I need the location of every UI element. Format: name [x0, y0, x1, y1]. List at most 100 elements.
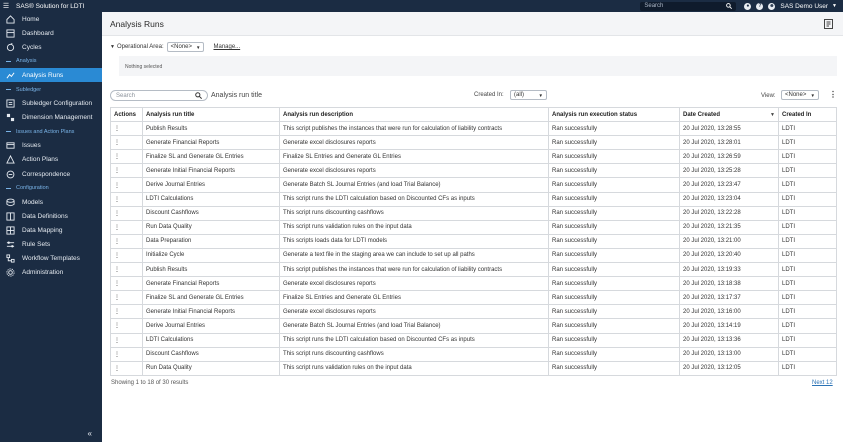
row-actions-icon[interactable]: ⋮ [110, 304, 143, 320]
row-actions-icon[interactable]: ⋮ [110, 177, 143, 193]
table-row[interactable]: ⋮ Run Data Quality This script runs valida… [110, 360, 837, 376]
table-row[interactable]: ⋮ LDTI Calculations This script runs the L… [110, 191, 837, 207]
column-header-created-in[interactable]: Created In [778, 106, 837, 123]
cell-title[interactable]: Finalize SL and Generate GL Entries [142, 149, 280, 165]
sidebar-item-dashboard[interactable]: Dashboard [0, 26, 102, 40]
cell-title[interactable]: Data Preparation [142, 233, 280, 249]
table-row[interactable]: ⋮ Finalize SL and Generate GL Entries Fina… [110, 149, 837, 165]
sidebar-item-subledger-configuration[interactable]: Subledger Configuration [0, 97, 102, 111]
user-menu-chevron-icon[interactable]: ▼ [832, 3, 837, 9]
table-row[interactable]: ⋮ Generate Initial Financial Reports Gener… [110, 163, 837, 179]
cell-date-created: 20 Jul 2020, 13:12:05 [679, 360, 779, 376]
user-avatar-icon[interactable]: ☻ [768, 2, 776, 10]
cell-title[interactable]: Finalize SL and Generate GL Entries [142, 290, 280, 306]
table-row[interactable]: ⋮ Derive Journal Entries Generate Batch SL… [110, 318, 837, 334]
row-actions-icon[interactable]: ⋮ [110, 135, 143, 151]
created-in-select[interactable]: (all) ▼ [510, 90, 547, 100]
cell-title[interactable]: LDTI Calculations [142, 332, 280, 348]
cell-title[interactable]: Run Data Quality [142, 360, 280, 376]
sidebar-item-models[interactable]: Models [0, 195, 102, 209]
sidebar-item-data-definitions[interactable]: Data Definitions [0, 209, 102, 223]
cell-title[interactable]: LDTI Calculations [142, 191, 280, 207]
row-actions-icon[interactable]: ⋮ [110, 318, 143, 334]
table-row[interactable]: ⋮ Run Data Quality This script runs valida… [110, 219, 837, 235]
table-row[interactable]: ⋮ Derive Journal Entries Generate Batch SL… [110, 177, 837, 193]
sidebar-item-cycles[interactable]: Cycles [0, 40, 102, 54]
row-actions-icon[interactable]: ⋮ [110, 276, 143, 292]
table-row[interactable]: ⋮ Discount Cashflows This script runs disc… [110, 346, 837, 362]
sidebar-item-dimension-management[interactable]: Dimension Management [0, 111, 102, 125]
next-page-link[interactable]: Next 12 [812, 380, 833, 386]
cell-title[interactable]: Initialize Cycle [142, 247, 280, 264]
table-row[interactable]: ⋮ Discount Cashflows This script runs disc… [110, 205, 837, 221]
table-row[interactable]: ⋮ Initialize Cycle Generate a text file in… [110, 247, 837, 264]
sidebar-item-home[interactable]: Home [0, 12, 102, 26]
cell-title[interactable]: Generate Financial Reports [142, 135, 280, 151]
cell-created-in: LDTI [778, 135, 837, 151]
row-actions-icon[interactable]: ⋮ [110, 360, 143, 376]
table-row[interactable]: ⋮ LDTI Calculations This script runs the L… [110, 332, 837, 348]
column-header-date-created[interactable]: Date Created ▼ [679, 106, 779, 123]
analysis-search-input[interactable]: Search [110, 90, 208, 101]
row-actions-icon[interactable]: ⋮ [110, 149, 143, 165]
sort-descending-icon[interactable]: ▼ [770, 112, 775, 118]
notifications-icon[interactable]: ● [744, 2, 752, 10]
cell-created-in: LDTI [778, 233, 837, 249]
table-row[interactable]: ⋮ Publish Results This script publishes th… [110, 121, 837, 137]
row-actions-icon[interactable]: ⋮ [110, 247, 143, 264]
cell-title[interactable]: Run Data Quality [142, 219, 280, 235]
cell-title[interactable]: Publish Results [142, 121, 280, 137]
search-icon[interactable] [195, 92, 202, 99]
row-actions-icon[interactable]: ⋮ [110, 332, 143, 348]
cell-title[interactable]: Derive Journal Entries [142, 177, 280, 193]
row-actions-icon[interactable]: ⋮ [110, 205, 143, 221]
sidebar-item-workflow-templates[interactable]: Workflow Templates [0, 252, 102, 266]
help-icon[interactable]: ? [756, 2, 764, 10]
cell-title[interactable]: Discount Cashflows [142, 205, 280, 221]
export-icon[interactable] [824, 19, 833, 29]
operational-area-select[interactable]: <None> ▼ [166, 42, 205, 52]
table-row[interactable]: ⋮ Generate Financial Reports Generate exce… [110, 276, 837, 292]
sidebar-item-issues[interactable]: Issues [0, 139, 102, 153]
row-actions-icon[interactable]: ⋮ [110, 191, 143, 207]
collapse-sidebar-icon[interactable]: « [88, 429, 92, 438]
row-actions-icon[interactable]: ⋮ [110, 219, 143, 235]
row-actions-icon[interactable]: ⋮ [110, 262, 143, 278]
sidebar-item-data-mapping[interactable]: Data Mapping [0, 223, 102, 237]
cell-title[interactable]: Derive Journal Entries [142, 318, 280, 334]
expand-filter-icon[interactable]: ▼ [110, 44, 115, 50]
cell-title[interactable]: Publish Results [142, 262, 280, 278]
global-search-input[interactable]: Search [640, 1, 737, 11]
search-icon[interactable] [726, 3, 733, 9]
row-actions-icon[interactable]: ⋮ [110, 346, 143, 362]
row-actions-icon[interactable]: ⋮ [110, 121, 143, 137]
more-options-icon[interactable]: ⋮ [829, 90, 837, 100]
cell-title[interactable]: Generate Financial Reports [142, 276, 280, 292]
sidebar-section-configuration: Configuration [0, 181, 102, 195]
row-actions-icon[interactable]: ⋮ [110, 290, 143, 306]
sidebar-item-action-plans[interactable]: Action Plans [0, 153, 102, 167]
sidebar-item-administration[interactable]: Administration [0, 266, 102, 280]
table-row[interactable]: ⋮ Publish Results This script publishes th… [110, 262, 837, 278]
row-actions-icon[interactable]: ⋮ [110, 163, 143, 179]
manage-link[interactable]: Manage... [213, 44, 240, 50]
column-header-description[interactable]: Analysis run description [279, 106, 549, 123]
table-row[interactable]: ⋮ Finalize SL and Generate GL Entries Fina… [110, 290, 837, 306]
sidebar-item-rule-sets[interactable]: Rule Sets [0, 238, 102, 252]
view-select[interactable]: <None> ▼ [781, 90, 819, 100]
sidebar-item-correspondence[interactable]: Correspondence [0, 167, 102, 181]
app-title: SAS® Solution for LDTI [16, 2, 85, 10]
cell-title[interactable]: Generate Initial Financial Reports [142, 163, 280, 179]
user-name[interactable]: SAS Demo User [780, 3, 828, 10]
cell-description: This script publishes the instances that… [279, 121, 549, 137]
column-header-status[interactable]: Analysis run execution status [548, 106, 680, 123]
table-row[interactable]: ⋮ Generate Initial Financial Reports Gener… [110, 304, 837, 320]
column-header-title[interactable]: Analysis run title [142, 106, 280, 123]
table-row[interactable]: ⋮ Data Preparation This scripts loads data… [110, 233, 837, 249]
menu-icon[interactable]: ☰ [0, 2, 12, 10]
cell-title[interactable]: Discount Cashflows [142, 346, 280, 362]
table-row[interactable]: ⋮ Generate Financial Reports Generate exce… [110, 135, 837, 151]
row-actions-icon[interactable]: ⋮ [110, 233, 143, 249]
sidebar-item-analysis-runs[interactable]: Analysis Runs [0, 68, 102, 83]
cell-title[interactable]: Generate Initial Financial Reports [142, 304, 280, 320]
